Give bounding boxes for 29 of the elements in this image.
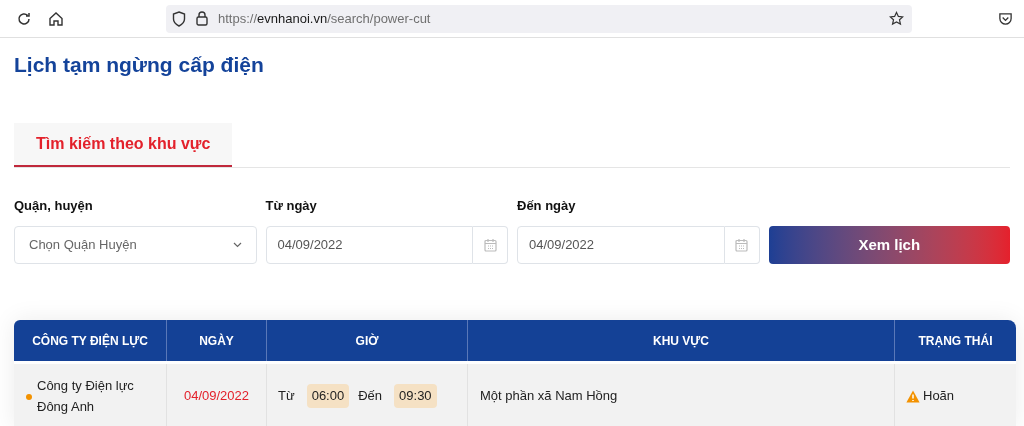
calendar-icon <box>483 238 497 252</box>
lock-icon <box>196 11 208 26</box>
to-label: Đến <box>358 387 383 406</box>
pocket-icon[interactable] <box>998 11 1013 26</box>
field-label: Quận, huyện <box>14 198 94 214</box>
date-field[interactable]: 04/09/2022 <box>517 226 725 264</box>
area-text: Một phần xã Nam Hồng <box>480 387 618 406</box>
date-text: 04/09/2022 <box>183 387 250 406</box>
url-text[interactable]: https://evnhanoi.vn/search/power-cut <box>218 8 431 29</box>
page-title: Lịch tạm ngừng cấp điện <box>14 52 265 78</box>
time-badge: 09:30 <box>394 384 437 408</box>
district-select[interactable]: Chọn Quận Huyện <box>14 226 257 264</box>
from-label: Từ <box>278 387 295 406</box>
field-label: Đến ngày <box>517 198 577 214</box>
home-icon[interactable] <box>48 10 64 27</box>
address-bar[interactable]: https://evnhanoi.vn/search/power-cut <box>166 4 912 33</box>
status-text: Hoãn <box>923 387 955 406</box>
star-icon[interactable] <box>889 11 904 26</box>
field-label: Từ ngày <box>265 198 318 214</box>
search-button[interactable]: Xem lịch <box>768 226 1010 264</box>
time-badge: 06:00 <box>306 384 350 408</box>
column-header: TRẠNG THÁI <box>917 332 994 350</box>
company-name: Công ty Điện lực Đông Anh <box>37 377 135 416</box>
reload-icon[interactable] <box>16 10 32 27</box>
shield-icon <box>172 10 186 27</box>
chevron-down-icon <box>232 242 242 248</box>
calendar-icon <box>735 238 748 252</box>
search-tab[interactable]: Tìm kiếm theo khu vực <box>14 123 233 167</box>
date-field[interactable]: 04/09/2022 <box>265 226 473 264</box>
